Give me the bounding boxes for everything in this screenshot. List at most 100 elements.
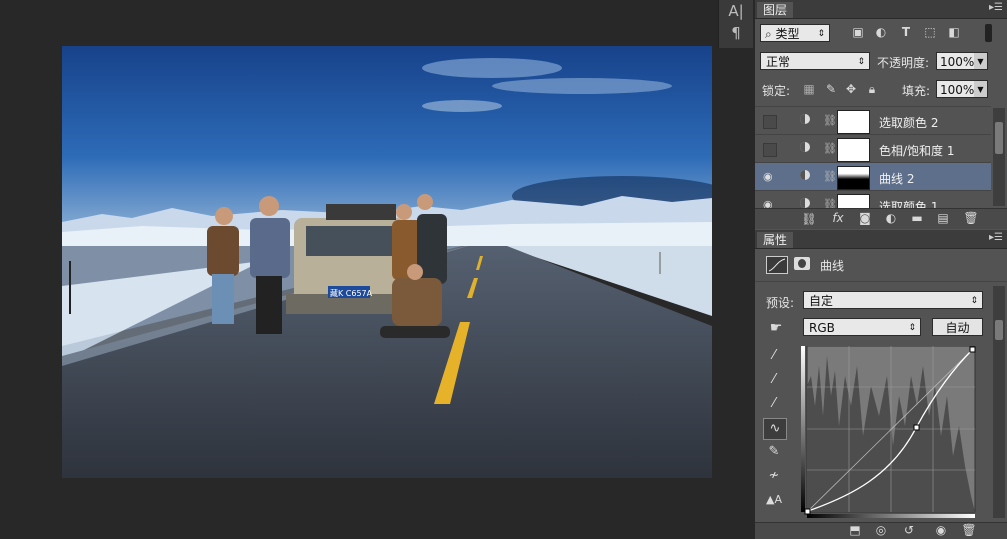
sample-white-eyedropper-icon[interactable]: ⁄ bbox=[763, 394, 785, 414]
properties-scrollbar[interactable] bbox=[993, 286, 1005, 518]
opacity-field[interactable]: 100% ▼ bbox=[936, 52, 988, 70]
draw-curve-pencil-icon[interactable]: ✎ bbox=[763, 442, 785, 462]
layer-mask-thumbnail[interactable] bbox=[837, 110, 870, 134]
document-canvas[interactable]: 藏K C657A bbox=[62, 46, 712, 478]
tab-properties[interactable]: 属性 bbox=[757, 232, 794, 248]
panel-menu-icon[interactable]: ▸☰ bbox=[989, 233, 1003, 243]
eye-icon[interactable]: ◉ bbox=[763, 199, 775, 209]
link-layers-icon[interactable]: ⛓ bbox=[801, 212, 817, 226]
lock-transparent-icon[interactable]: ▦ bbox=[802, 82, 816, 96]
layer-name[interactable]: 选取颜色 2 bbox=[879, 114, 938, 131]
photo-image: 藏K C657A bbox=[62, 46, 712, 478]
fill-value: 100% bbox=[940, 83, 975, 97]
link-icon[interactable]: ⛓ bbox=[823, 114, 837, 128]
link-icon[interactable]: ⛓ bbox=[823, 142, 837, 156]
character-panel-icon[interactable]: A| bbox=[719, 2, 753, 20]
layer-name[interactable]: 曲线 2 bbox=[879, 170, 914, 187]
trash-icon[interactable]: 🗑︎ bbox=[963, 211, 979, 225]
eye-icon[interactable]: ◉ bbox=[763, 171, 775, 183]
edit-points-curve-icon[interactable]: ∿ bbox=[763, 418, 787, 440]
channel-select[interactable]: RGB ⇕ bbox=[803, 318, 921, 336]
layer-mask-thumbnail[interactable] bbox=[837, 194, 870, 208]
lock-label: 锁定: bbox=[762, 84, 791, 98]
layers-tabbar: 图层 ▸☰ bbox=[755, 0, 1007, 19]
adjustment-icon bbox=[799, 141, 811, 153]
chevron-down-icon[interactable]: ▼ bbox=[974, 53, 987, 69]
mini-tool-strip: A| ¶ bbox=[718, 0, 753, 48]
smart-object-filter-icon[interactable]: ◧ bbox=[947, 25, 961, 39]
auto-button[interactable]: 自动 bbox=[932, 318, 983, 336]
visibility-toggle[interactable] bbox=[763, 115, 777, 129]
visibility-toggle[interactable] bbox=[763, 143, 777, 157]
adjustment-icon bbox=[799, 197, 811, 208]
preset-select[interactable]: 自定 ⇕ bbox=[803, 291, 983, 309]
fill-field[interactable]: 100% ▼ bbox=[936, 80, 988, 98]
layer-mask-thumbnail[interactable] bbox=[837, 166, 870, 190]
lock-pixels-icon[interactable]: ✎ bbox=[824, 82, 838, 96]
eye-icon[interactable]: ◉ bbox=[933, 523, 949, 537]
adjustment-icon bbox=[799, 169, 811, 181]
panel-menu-icon[interactable]: ▸☰ bbox=[989, 3, 1003, 13]
license-plate: 藏K C657A bbox=[330, 288, 373, 298]
panel-column: 图层 ▸☰ ⌕ 类型 ⇕ ▣ ◐ T ⬚ ◧ 正常 ⇕ 不透明度: 100% ▼… bbox=[755, 0, 1007, 539]
blend-mode-select[interactable]: 正常 ⇕ bbox=[760, 52, 870, 70]
sample-gray-eyedropper-icon[interactable]: ⁄ bbox=[763, 370, 785, 390]
clipping-warning-icon[interactable]: ▲A bbox=[763, 490, 785, 510]
fill-label: 填充: bbox=[902, 84, 931, 98]
layer-name[interactable]: 选取颜色 1 bbox=[879, 198, 938, 208]
target-adjust-hand-icon[interactable]: ☛ bbox=[765, 320, 787, 336]
channel-value: RGB bbox=[809, 321, 835, 335]
new-layer-icon[interactable]: ▤ bbox=[935, 211, 951, 225]
clip-to-layer-icon[interactable]: ⬒ bbox=[847, 523, 863, 537]
layer-row[interactable]: ⛓ 色相/饱和度 1 bbox=[755, 134, 991, 163]
updown-icon: ⇕ bbox=[857, 57, 865, 67]
reset-icon[interactable]: ↺ bbox=[901, 523, 917, 537]
layer-name[interactable]: 色相/饱和度 1 bbox=[879, 142, 955, 159]
blend-mode-value: 正常 bbox=[766, 55, 791, 69]
filter-toggle[interactable] bbox=[985, 24, 992, 42]
properties-button-bar: ⬒ ◎ ↺ ◉ 🗑︎ bbox=[755, 522, 1007, 539]
lock-position-icon[interactable]: ✥ bbox=[844, 82, 858, 96]
adjustment-icon bbox=[799, 113, 811, 125]
updown-icon: ⇕ bbox=[817, 29, 825, 39]
opacity-label: 不透明度: bbox=[877, 56, 930, 70]
tab-layers[interactable]: 图层 bbox=[757, 2, 794, 18]
layer-mask-thumbnail[interactable] bbox=[837, 138, 870, 162]
preset-value: 自定 bbox=[809, 294, 834, 308]
curves-icon bbox=[766, 256, 788, 274]
pixel-layer-filter-icon[interactable]: ▣ bbox=[851, 25, 865, 39]
add-mask-icon[interactable]: ◙ bbox=[857, 211, 873, 225]
new-group-icon[interactable]: ▬ bbox=[909, 211, 925, 225]
layer-filter-select[interactable]: ⌕ 类型 ⇕ bbox=[760, 24, 830, 42]
chevron-down-icon[interactable]: ▼ bbox=[974, 81, 987, 97]
trash-icon[interactable]: 🗑︎ bbox=[961, 523, 977, 537]
lock-all-icon[interactable]: 🔒︎ bbox=[865, 82, 879, 97]
preset-label: 预设: bbox=[766, 296, 795, 310]
layer-row[interactable]: ⛓ 选取颜色 2 bbox=[755, 106, 991, 135]
shape-layer-filter-icon[interactable]: ⬚ bbox=[923, 25, 937, 39]
divider bbox=[755, 281, 1007, 282]
smooth-curve-icon[interactable]: ≁ bbox=[763, 466, 785, 486]
updown-icon: ⇕ bbox=[908, 323, 916, 333]
properties-title: 曲线 bbox=[820, 259, 845, 273]
view-previous-state-icon[interactable]: ◎ bbox=[873, 523, 889, 537]
layers-list: ⛓ 选取颜色 2 ⛓ 色相/饱和度 1 ◉ ⛓ 曲线 2 ◉ ⛓ 选取颜色 1 bbox=[755, 106, 1007, 208]
curve-graph[interactable] bbox=[801, 345, 977, 518]
updown-icon: ⇕ bbox=[970, 296, 978, 306]
sample-black-eyedropper-icon[interactable]: ⁄ bbox=[763, 346, 785, 366]
mask-icon[interactable] bbox=[794, 257, 810, 270]
scrollbar-thumb[interactable] bbox=[995, 122, 1003, 154]
type-layer-filter-icon[interactable]: T bbox=[899, 25, 913, 39]
link-icon[interactable]: ⛓ bbox=[823, 170, 837, 184]
paragraph-panel-icon[interactable]: ¶ bbox=[719, 24, 753, 42]
layer-row-selected[interactable]: ◉ ⛓ 曲线 2 bbox=[755, 162, 991, 191]
opacity-value: 100% bbox=[940, 55, 975, 69]
new-adjustment-icon[interactable]: ◐ bbox=[883, 211, 899, 225]
scrollbar-thumb[interactable] bbox=[995, 320, 1003, 340]
adjustment-layer-filter-icon[interactable]: ◐ bbox=[874, 25, 888, 39]
fx-icon[interactable]: fx bbox=[829, 211, 847, 225]
layer-row[interactable]: ◉ ⛓ 选取颜色 1 bbox=[755, 190, 991, 208]
layers-button-bar: ⛓ fx ◙ ◐ ▬ ▤ 🗑︎ bbox=[755, 208, 1007, 229]
layers-scrollbar[interactable] bbox=[993, 108, 1005, 206]
link-icon[interactable]: ⛓ bbox=[823, 198, 837, 208]
